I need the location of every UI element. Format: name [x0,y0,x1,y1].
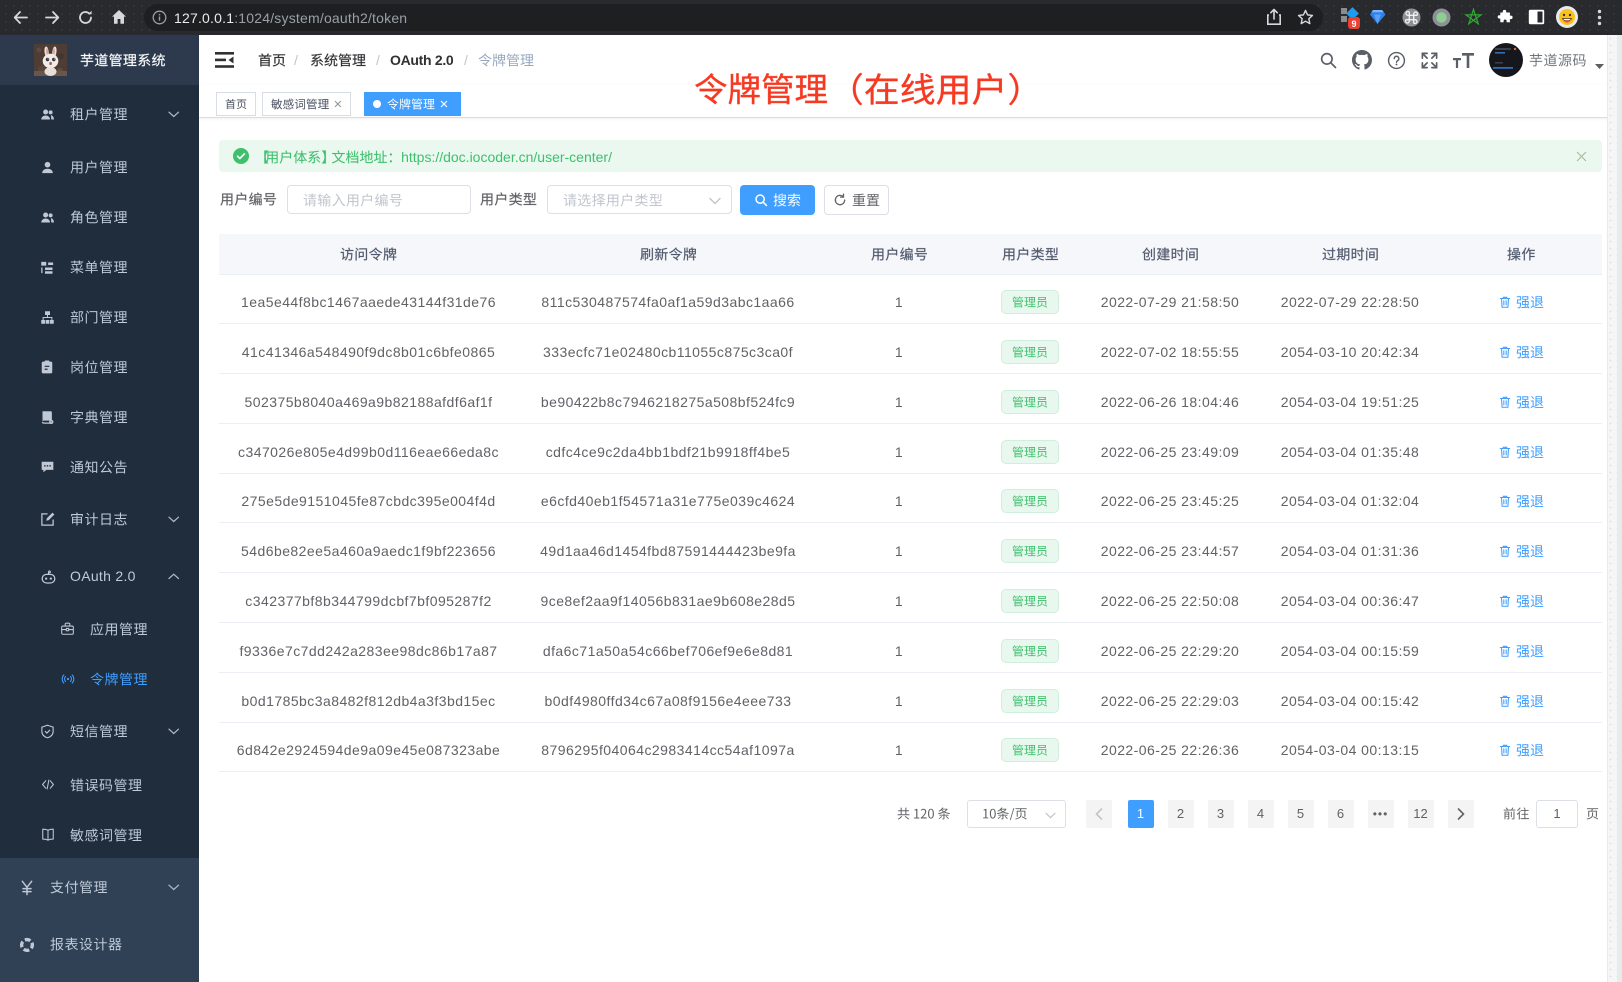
svg-text:9: 9 [1351,19,1356,29]
